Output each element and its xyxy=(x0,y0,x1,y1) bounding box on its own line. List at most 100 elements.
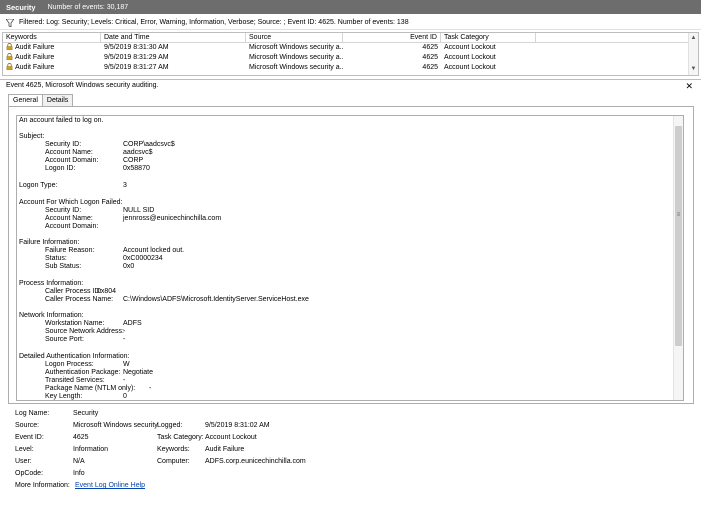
table-row[interactable]: Audit Failure 9/5/2019 8:31:30 AM Micros… xyxy=(3,43,698,53)
lock-icon xyxy=(6,43,13,50)
field-value: 0x0 xyxy=(123,263,135,270)
detail-label: More Information: xyxy=(15,482,70,489)
field-label: Logon Process: xyxy=(45,361,94,368)
field-label: Authentication Package: xyxy=(45,369,121,376)
field-value: 0x58870 xyxy=(123,165,150,172)
detail-label: Log Name: xyxy=(15,410,50,417)
field-label: Caller Process ID: xyxy=(45,288,102,295)
field-value: 0x804 xyxy=(97,288,117,295)
row-event-id: 4625 xyxy=(422,64,438,71)
failed-heading: Account For Which Logon Failed: xyxy=(19,199,123,206)
event-header-text: Event 4625, Microsoft Windows security a… xyxy=(6,82,159,89)
field-value: - xyxy=(123,336,126,343)
field-label: Failure Reason: xyxy=(45,247,95,254)
detail-value: Security xyxy=(73,410,99,417)
field-value: 0xC0000234 xyxy=(123,255,163,262)
field-label: Account Name: xyxy=(45,215,93,222)
column-event-id[interactable]: Event ID xyxy=(343,33,441,42)
field-value: CORP xyxy=(123,157,144,164)
detail-label: Source: xyxy=(15,422,40,429)
tab-details[interactable]: Details xyxy=(41,94,74,106)
row-category: Account Lockout xyxy=(444,64,496,71)
field-label: Status: xyxy=(45,255,67,262)
field-value: CORP\aadcsvc$ xyxy=(123,141,175,148)
title-bar: Security Number of events: 30,187 xyxy=(0,0,701,14)
field-value: 0 xyxy=(123,393,127,400)
column-date-time[interactable]: Date and Time xyxy=(101,33,246,42)
filter-bar: Filtered: Log: Security; Levels: Critica… xyxy=(0,16,701,30)
field-value: ADFS xyxy=(123,320,142,327)
detail-label: Computer: xyxy=(157,458,190,465)
detail-value: ADFS.corp.eunicechinchilla.com xyxy=(205,458,306,465)
field-value: NULL SID xyxy=(123,207,155,214)
detail-label: Task Category: xyxy=(157,434,204,441)
detail-value: Audit Failure xyxy=(205,446,245,453)
field-label: Transited Services: xyxy=(45,377,105,384)
detail-label: User: xyxy=(15,458,32,465)
process-heading: Process Information: xyxy=(19,280,84,287)
subject-heading: Subject: xyxy=(19,133,45,140)
field-label: Logon Type: xyxy=(19,182,58,189)
row-source: Microsoft Windows security a... xyxy=(249,64,343,71)
detail-label: Level: xyxy=(15,446,34,453)
field-label: Account Name: xyxy=(45,149,93,156)
row-keywords: Audit Failure xyxy=(15,44,55,51)
grip-icon: ≡ xyxy=(676,212,681,218)
detail-label: OpCode: xyxy=(15,470,44,477)
field-value: aadcsvc$ xyxy=(123,149,153,156)
field-label: Caller Process Name: xyxy=(45,296,114,303)
events-grid: Keywords Date and Time Source Event ID T… xyxy=(2,32,699,76)
detail-label: Keywords: xyxy=(157,446,190,453)
log-title: Security xyxy=(6,2,36,12)
field-label: Source Network Address: xyxy=(45,328,124,335)
field-value: - xyxy=(123,377,126,384)
general-panel: An account failed to log on. Subject: Se… xyxy=(8,106,694,404)
scroll-down-icon[interactable]: ▼ xyxy=(690,65,697,73)
grid-scrollbar[interactable]: ▲ ▼ xyxy=(688,33,698,75)
event-log-online-help-link[interactable]: Event Log Online Help xyxy=(75,482,145,490)
detail-label: Logged: xyxy=(157,422,183,429)
field-value: Negotiate xyxy=(123,369,153,376)
field-value: - xyxy=(123,328,126,335)
event-header: Event 4625, Microsoft Windows security a… xyxy=(0,79,701,91)
description-scrollbar[interactable]: ≡ xyxy=(673,116,683,400)
event-count: Number of events: 30,187 xyxy=(47,3,129,11)
filter-text: Filtered: Log: Security; Levels: Critica… xyxy=(19,19,409,26)
field-label: Security ID: xyxy=(45,141,82,148)
detail-value: Microsoft Windows security xyxy=(73,422,158,429)
column-keywords[interactable]: Keywords xyxy=(3,33,101,42)
field-value: Account locked out. xyxy=(123,247,185,254)
row-datetime: 9/5/2019 8:31:29 AM xyxy=(104,54,169,61)
detail-value: 9/5/2019 8:31:02 AM xyxy=(205,422,270,429)
event-description[interactable]: An account failed to log on. Subject: Se… xyxy=(16,115,684,401)
detail-label: Event ID: xyxy=(15,434,44,441)
field-label: Workstation Name: xyxy=(45,320,105,327)
field-label: Account Domain: xyxy=(45,223,99,230)
field-label: Package Name (NTLM only): xyxy=(45,385,136,392)
row-datetime: 9/5/2019 8:31:27 AM xyxy=(104,64,169,71)
field-value: jennross@eunicechinchilla.com xyxy=(123,215,222,222)
description-intro: An account failed to log on. xyxy=(19,117,104,124)
column-task-category[interactable]: Task Category xyxy=(441,33,536,42)
row-source: Microsoft Windows security a... xyxy=(249,54,343,61)
field-value: 3 xyxy=(123,182,127,189)
row-keywords: Audit Failure xyxy=(15,54,55,61)
scroll-up-icon[interactable]: ▲ xyxy=(690,34,697,42)
grid-header: Keywords Date and Time Source Event ID T… xyxy=(3,33,698,43)
column-source[interactable]: Source xyxy=(246,33,343,42)
column-spacer xyxy=(536,33,698,42)
field-value: C:\Windows\ADFS\Microsoft.IdentityServer… xyxy=(123,296,309,303)
field-label: Logon ID: xyxy=(45,165,76,172)
field-label: Sub Status: xyxy=(45,263,82,270)
row-event-id: 4625 xyxy=(422,54,438,61)
close-icon[interactable]: ✕ xyxy=(685,81,693,92)
network-heading: Network Information: xyxy=(19,312,84,319)
table-row[interactable]: Audit Failure 9/5/2019 8:31:27 AM Micros… xyxy=(3,63,698,73)
failure-heading: Failure Information: xyxy=(19,239,80,246)
table-row[interactable]: Audit Failure 9/5/2019 8:31:29 AM Micros… xyxy=(3,53,698,63)
row-category: Account Lockout xyxy=(444,54,496,61)
row-datetime: 9/5/2019 8:31:30 AM xyxy=(104,44,169,51)
lock-icon xyxy=(6,53,13,60)
field-label: Account Domain: xyxy=(45,157,99,164)
scroll-thumb[interactable] xyxy=(675,126,682,346)
